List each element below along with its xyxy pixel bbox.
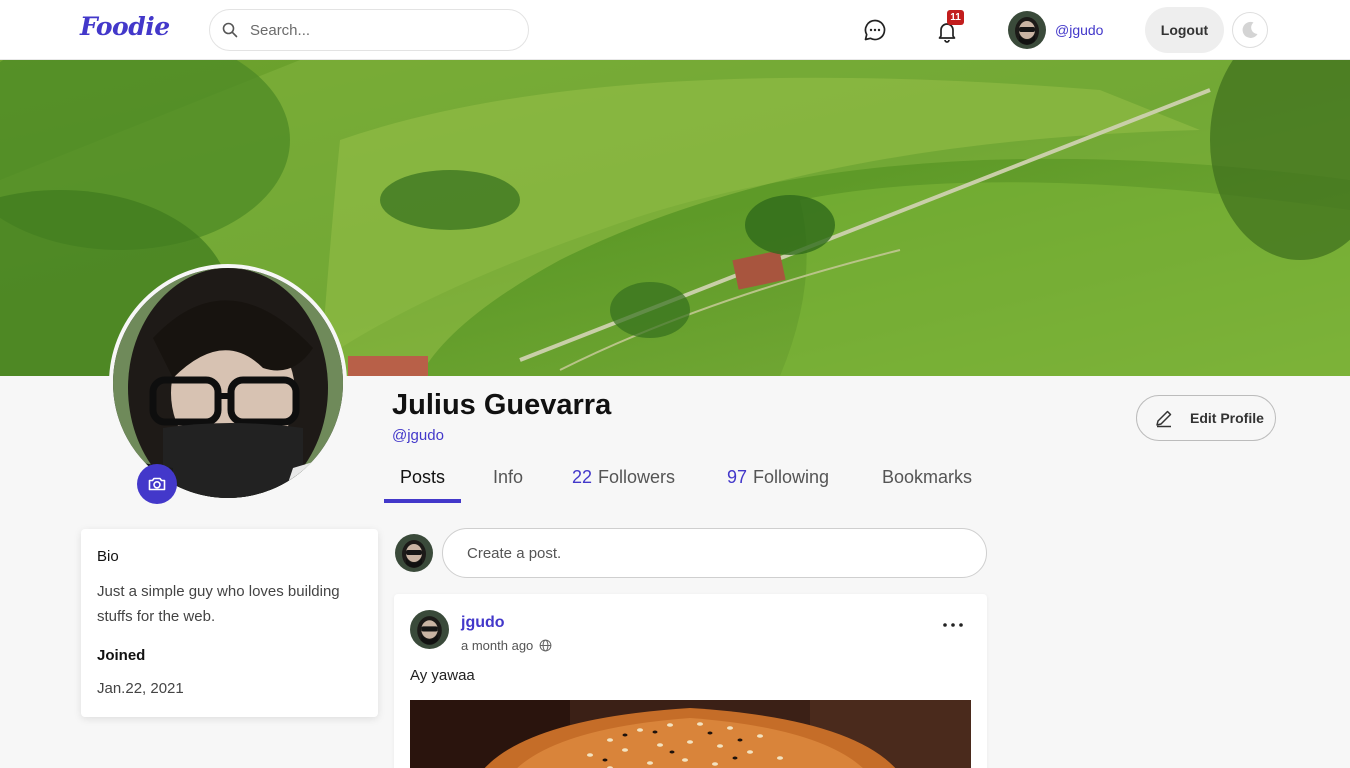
create-post-avatar xyxy=(395,534,433,572)
chat-icon[interactable] xyxy=(863,18,887,42)
post-author-avatar[interactable] xyxy=(410,610,449,649)
pencil-icon xyxy=(1156,410,1172,428)
bio-text: Just a simple guy who loves building stu… xyxy=(97,583,340,625)
moon-icon xyxy=(1242,21,1258,38)
tab-posts[interactable]: Posts xyxy=(400,467,445,488)
edit-profile-button[interactable]: Edit Profile xyxy=(1136,395,1276,441)
search-input[interactable] xyxy=(250,21,500,39)
notification-badge: 11 xyxy=(947,10,964,25)
user-handle[interactable]: @jgudo xyxy=(1055,22,1103,38)
post-author[interactable]: jgudo xyxy=(461,614,505,632)
bio-card: Bio Just a simple guy who loves building… xyxy=(81,529,378,717)
camera-icon xyxy=(148,477,166,491)
joined-title: Joined xyxy=(97,647,146,664)
avatar[interactable] xyxy=(1008,11,1046,49)
post-image[interactable] xyxy=(410,700,971,768)
logo[interactable]: Foodie xyxy=(80,12,170,41)
tab-following[interactable]: 97 Following xyxy=(727,467,829,488)
post-text: Ay yawaa xyxy=(410,667,475,684)
create-post-input[interactable]: Create a post. xyxy=(442,528,987,578)
followers-label: Followers xyxy=(598,467,676,487)
active-tab-indicator xyxy=(384,499,461,503)
theme-toggle[interactable] xyxy=(1232,12,1268,48)
bio-title: Bio xyxy=(97,548,119,565)
tab-bookmarks[interactable]: Bookmarks xyxy=(882,467,972,488)
joined-date: Jan.22, 2021 xyxy=(97,680,184,697)
post-card: jgudo a month ago Ay yawaa xyxy=(394,594,987,768)
more-options-icon[interactable] xyxy=(942,620,964,630)
globe-icon xyxy=(539,639,552,652)
logout-button[interactable]: Logout xyxy=(1145,7,1224,53)
profile-avatar xyxy=(109,264,347,502)
post-timestamp: a month ago xyxy=(461,638,552,653)
profile-handle: @jgudo xyxy=(392,427,444,444)
search-bar[interactable] xyxy=(209,9,529,51)
search-icon xyxy=(222,22,238,38)
edit-profile-label: Edit Profile xyxy=(1190,410,1264,426)
tab-followers[interactable]: 22 Followers xyxy=(572,467,675,488)
following-count: 97 xyxy=(727,467,748,487)
change-photo-button[interactable] xyxy=(137,464,177,504)
navbar: Foodie 11 @jgudo Logout xyxy=(0,0,1350,60)
tab-info[interactable]: Info xyxy=(493,467,523,488)
post-time-text: a month ago xyxy=(461,638,534,653)
profile-name: Julius Guevarra xyxy=(392,389,612,421)
following-label: Following xyxy=(753,467,830,487)
followers-count: 22 xyxy=(572,467,593,487)
